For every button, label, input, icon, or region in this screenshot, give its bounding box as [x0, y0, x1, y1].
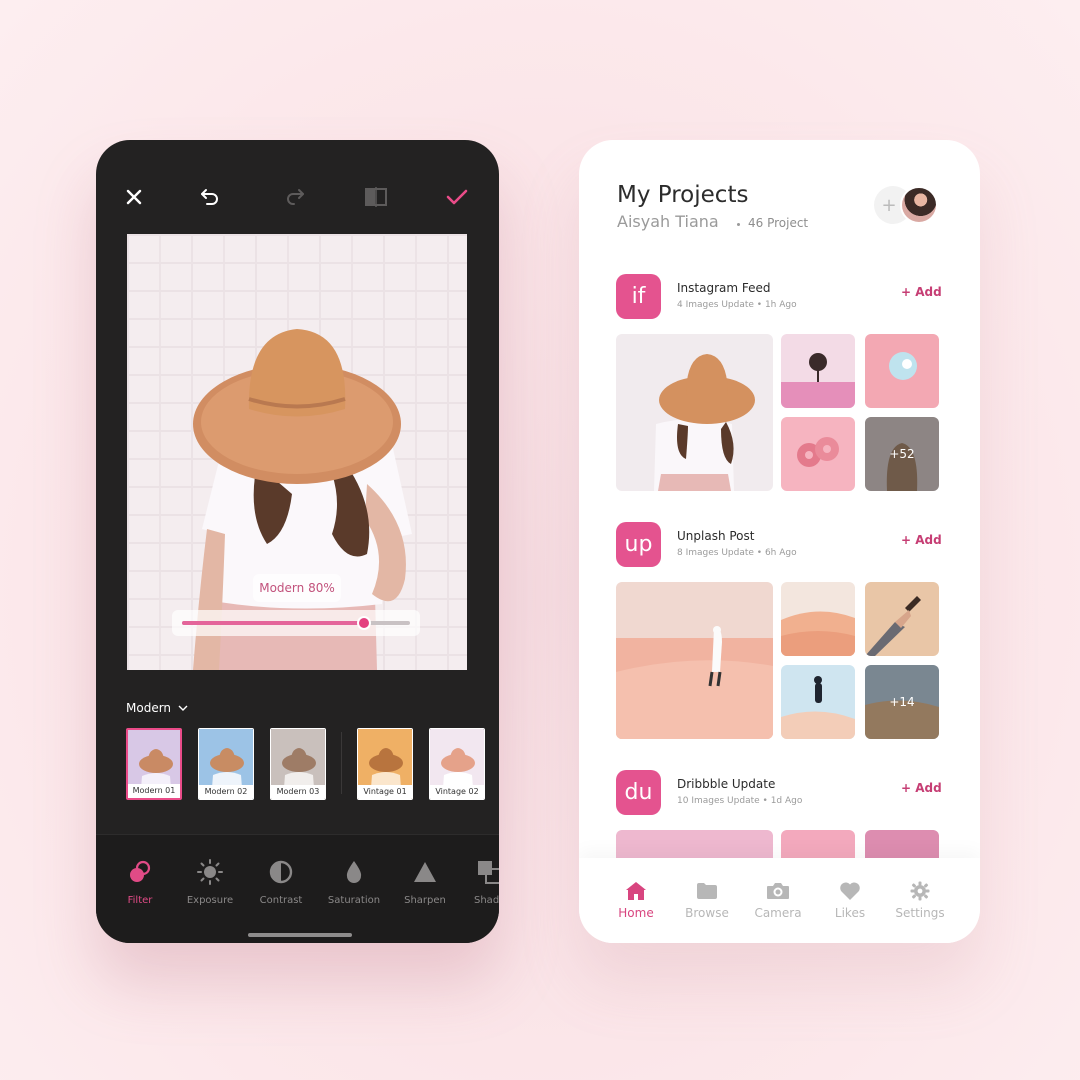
filter-thumb-vintage-01[interactable]: Vintage 01 — [357, 728, 413, 800]
section-meta: 10 Images Update • 1d Ago — [677, 796, 803, 806]
filter-thumb-modern-02[interactable]: Modern 02 — [198, 728, 254, 800]
filter-label: Vintage 01 — [358, 785, 412, 799]
project-image[interactable] — [865, 582, 939, 656]
tool-label: Filter — [127, 895, 153, 906]
sun-icon — [197, 859, 223, 885]
section-icon-dribbble: du — [616, 770, 661, 815]
bottom-navigation: Home Browse Camera Likes Settings — [579, 858, 980, 943]
gear-icon — [910, 881, 930, 901]
project-image[interactable] — [781, 417, 855, 491]
tool-exposure[interactable]: Exposure — [175, 857, 245, 906]
filter-label: Modern 03 — [271, 785, 325, 799]
nav-home[interactable]: Home — [601, 880, 671, 920]
undo-icon — [201, 189, 218, 205]
contrast-icon — [269, 860, 293, 884]
check-icon — [446, 189, 468, 205]
section-title[interactable]: Unplash Post — [677, 529, 754, 543]
filter-group-label: Modern — [126, 701, 172, 715]
filter-thumb-modern-03[interactable]: Modern 03 — [270, 728, 326, 800]
add-button[interactable]: + Add — [901, 285, 942, 299]
nav-label: Browse — [685, 906, 729, 920]
project-image[interactable] — [616, 582, 773, 739]
section-meta: 8 Images Update • 6h Ago — [677, 548, 797, 558]
user-name: Aisyah Tiana — [617, 212, 719, 231]
tool-contrast[interactable]: Contrast — [246, 857, 316, 906]
home-indicator — [248, 933, 352, 937]
section-icon-instagram: if — [616, 274, 661, 319]
avatar[interactable] — [900, 186, 938, 224]
tool-label: Contrast — [259, 895, 303, 906]
tool-label: Sharpen — [404, 895, 446, 906]
slider-track[interactable] — [182, 616, 410, 630]
redo-button[interactable] — [277, 182, 313, 212]
nav-label: Likes — [834, 906, 866, 920]
woman-with-hat-photo — [193, 329, 412, 670]
tool-label: Exposure — [186, 895, 234, 906]
filter-intensity-label: Modern 80% — [253, 574, 341, 602]
page-title: My Projects — [617, 182, 749, 208]
nav-settings[interactable]: Settings — [885, 880, 955, 920]
drop-icon — [346, 861, 362, 883]
tool-saturation[interactable]: Saturation — [319, 857, 389, 906]
add-button[interactable]: + Add — [901, 781, 942, 795]
nav-camera[interactable]: Camera — [743, 880, 813, 920]
photo-editor-screen: Modern 80% Modern Modern 01 Modern 02 Mo… — [96, 140, 499, 943]
close-icon — [126, 189, 142, 205]
section-title[interactable]: Instagram Feed — [677, 281, 771, 295]
more-count: +14 — [865, 665, 939, 739]
heart-icon — [840, 882, 860, 900]
tool-label: Shad — [474, 895, 499, 906]
filter-label: Modern 01 — [128, 784, 180, 798]
filter-thumb-vintage-02[interactable]: Vintage 02 — [429, 728, 485, 800]
separator-dot — [737, 223, 740, 226]
section-icon-unsplash: up — [616, 522, 661, 567]
home-icon — [626, 882, 646, 900]
shadow-icon — [478, 861, 499, 884]
nav-likes[interactable]: Likes — [815, 880, 885, 920]
project-image-more[interactable]: +52 — [865, 417, 939, 491]
project-image[interactable] — [781, 665, 855, 739]
project-count: 46 Project — [748, 216, 809, 230]
section-title[interactable]: Dribbble Update — [677, 777, 775, 791]
photo-canvas[interactable]: Modern 80% — [127, 234, 467, 670]
project-image[interactable] — [781, 582, 855, 656]
nav-label: Camera — [754, 906, 802, 920]
projects-screen: My Projects Aisyah Tiana 46 Project + if… — [579, 140, 980, 943]
compare-icon — [365, 187, 387, 207]
plus-icon: + — [881, 194, 897, 216]
close-button[interactable] — [116, 182, 152, 212]
nav-label: Settings — [895, 906, 945, 920]
folder-icon — [697, 883, 717, 899]
slider-fill — [182, 621, 365, 625]
camera-icon — [767, 883, 789, 899]
undo-button[interactable] — [192, 182, 228, 212]
tool-shadow[interactable]: Shad — [452, 857, 499, 906]
section-meta: 4 Images Update • 1h Ago — [677, 300, 797, 310]
filter-intensity-slider[interactable] — [172, 610, 420, 636]
project-image[interactable] — [616, 334, 773, 491]
tool-filter[interactable]: Filter — [105, 857, 175, 906]
nav-label: Home — [618, 906, 654, 920]
add-button[interactable]: + Add — [901, 533, 942, 547]
filter-label: Vintage 02 — [430, 785, 484, 799]
edit-tools-bar: Filter Exposure Contrast Saturation Shar… — [96, 834, 499, 943]
compare-button[interactable] — [358, 182, 394, 212]
project-image[interactable] — [781, 334, 855, 408]
project-image-more[interactable]: +14 — [865, 665, 939, 739]
filter-thumb-modern-01[interactable]: Modern 01 — [126, 728, 182, 800]
nav-browse[interactable]: Browse — [672, 880, 742, 920]
filter-label: Modern 02 — [199, 785, 253, 799]
tool-sharpen[interactable]: Sharpen — [390, 857, 460, 906]
slider-handle[interactable] — [357, 616, 372, 630]
project-image[interactable] — [865, 334, 939, 408]
more-count: +52 — [865, 417, 939, 491]
confirm-button[interactable] — [439, 182, 475, 212]
redo-icon — [287, 189, 304, 205]
filter-group-dropdown[interactable]: Modern — [126, 701, 188, 715]
tool-label: Saturation — [327, 895, 381, 906]
filter-icon — [130, 860, 151, 882]
chevron-down-icon — [178, 705, 188, 711]
triangle-icon — [414, 862, 436, 882]
filter-divider — [341, 732, 342, 794]
